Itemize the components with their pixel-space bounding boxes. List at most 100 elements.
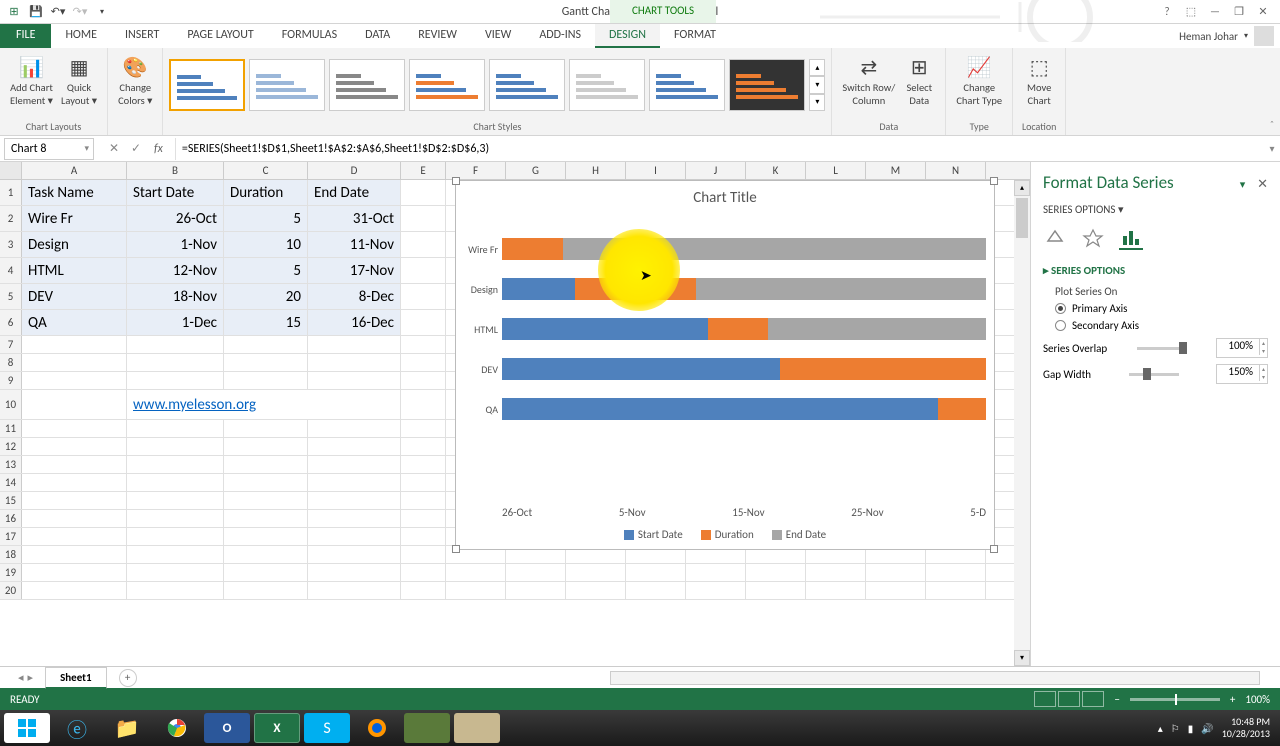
legend-item[interactable]: Duration [701,528,754,541]
cell[interactable] [401,510,446,527]
cell[interactable] [127,336,224,353]
tray-volume-icon[interactable]: 🔊 [1201,722,1213,735]
cell[interactable] [626,564,686,581]
cell[interactable] [506,582,566,599]
cell[interactable] [401,546,446,563]
row-header[interactable]: 7 [0,336,22,353]
styles-scroll-down-icon[interactable]: ▾ [809,76,825,93]
cell[interactable] [401,438,446,455]
cell[interactable]: 31-Oct [308,206,401,231]
start-button[interactable] [4,713,50,743]
chart-style-1[interactable] [169,59,245,111]
cell[interactable] [401,564,446,581]
page-layout-view-icon[interactable] [1058,691,1080,707]
qat-customize-icon[interactable]: ▾ [94,4,110,20]
cell[interactable] [926,582,986,599]
cell[interactable] [22,456,127,473]
cell[interactable]: HTML [22,258,127,283]
cell[interactable] [127,456,224,473]
restore-icon[interactable]: ❐ [1228,3,1250,21]
fx-icon[interactable]: fx [148,142,169,156]
save-icon[interactable]: 💾 [28,4,44,20]
column-header[interactable]: K [746,162,806,179]
taskbar-excel-icon[interactable]: X [254,713,300,743]
cell[interactable] [224,354,308,371]
cell[interactable] [446,582,506,599]
cell[interactable] [626,582,686,599]
column-header[interactable]: L [806,162,866,179]
ribbon-options-icon[interactable]: ⬚ [1180,3,1202,21]
scroll-up-icon[interactable]: ▴ [1014,180,1030,196]
tab-format[interactable]: FORMAT [660,24,730,48]
row-header[interactable]: 17 [0,528,22,545]
taskbar-app2-icon[interactable] [454,713,500,743]
column-header[interactable]: H [566,162,626,179]
column-header[interactable]: C [224,162,308,179]
formula-input[interactable] [176,142,1264,156]
cell[interactable] [22,564,127,581]
cell[interactable] [401,372,446,389]
taskbar-firefox-icon[interactable] [354,713,400,743]
chart-handle[interactable] [452,177,460,185]
cell[interactable] [401,528,446,545]
cell[interactable] [866,582,926,599]
cell[interactable] [401,492,446,509]
cell[interactable]: 12-Nov [127,258,224,283]
chart-style-4[interactable] [409,59,485,111]
gap-width-slider[interactable] [1129,373,1179,376]
cell[interactable] [308,336,401,353]
chart-style-2[interactable] [249,59,325,111]
column-header[interactable]: D [308,162,401,179]
sheet-tab-sheet1[interactable]: Sheet1 [45,667,107,689]
cell[interactable] [746,564,806,581]
cell[interactable] [224,474,308,491]
cell[interactable] [224,492,308,509]
tab-formulas[interactable]: FORMULAS [268,24,351,48]
chart-style-6[interactable] [569,59,645,111]
chart-style-3[interactable] [329,59,405,111]
cell[interactable]: QA [22,310,127,335]
cell[interactable]: 1-Dec [127,310,224,335]
cell[interactable]: 1-Nov [127,232,224,257]
plot-area[interactable]: Wire Fr Design HTML DEV [502,229,986,501]
row-header[interactable]: 4 [0,258,22,283]
cell[interactable] [308,528,401,545]
cell[interactable]: 18-Nov [127,284,224,309]
vertical-scrollbar[interactable]: ▴ ▾ [1014,180,1030,666]
row-header[interactable]: 11 [0,420,22,437]
cell[interactable] [22,390,127,419]
series-duration-bar[interactable] [708,318,769,340]
tab-insert[interactable]: INSERT [111,24,173,48]
collapse-ribbon-icon[interactable]: ˆ [1270,118,1274,131]
row-header[interactable]: 8 [0,354,22,371]
cell[interactable] [926,564,986,581]
cell[interactable] [224,546,308,563]
cell[interactable] [224,336,308,353]
chart-handle[interactable] [990,177,998,185]
column-header[interactable]: J [686,162,746,179]
tab-view[interactable]: VIEW [471,24,525,48]
series-options-section[interactable]: ▸ SERIES OPTIONS [1043,264,1268,277]
cell[interactable] [22,582,127,599]
cell[interactable] [401,420,446,437]
cell[interactable] [308,510,401,527]
column-header[interactable]: E [401,162,446,179]
cell[interactable]: Design [22,232,127,257]
cell[interactable]: End Date [308,180,401,205]
cell[interactable] [224,528,308,545]
row-header[interactable]: 3 [0,232,22,257]
cell[interactable] [22,492,127,509]
quick-layout-button[interactable]: ▦ Quick Layout ▾ [57,52,101,109]
tray-expand-icon[interactable]: ▴ [1158,722,1163,735]
cell[interactable]: 26-Oct [127,206,224,231]
cell[interactable] [308,492,401,509]
cell[interactable] [22,546,127,563]
help-icon[interactable]: ? [1156,3,1178,21]
chart-style-8[interactable] [729,59,805,111]
series-startdate-bar[interactable] [502,398,938,420]
secondary-axis-radio[interactable]: Secondary Axis [1055,319,1268,332]
cell[interactable] [401,206,446,231]
row-header[interactable]: 13 [0,456,22,473]
column-header[interactable]: M [866,162,926,179]
tab-data[interactable]: DATA [351,24,404,48]
